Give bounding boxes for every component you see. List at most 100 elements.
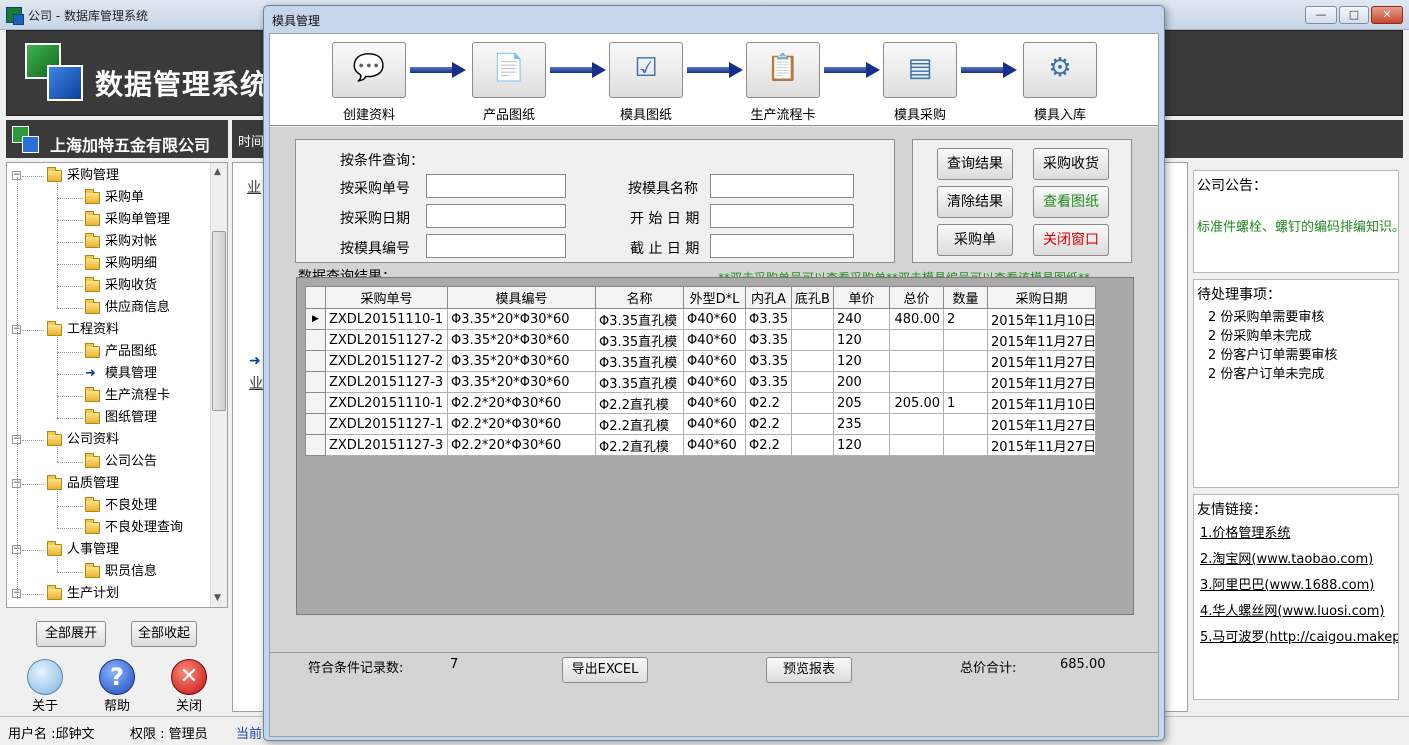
table-cell[interactable]: ZXDL20151127-3 (325, 371, 448, 393)
row-selector[interactable] (305, 350, 326, 372)
table-cell[interactable]: Φ3.35*20*Φ30*60 (447, 350, 596, 372)
about-icon[interactable] (27, 659, 63, 695)
tree-item[interactable]: 采购明细 (7, 253, 212, 275)
todo-item[interactable]: 2 份采购单未完成 (1208, 325, 1311, 344)
flow-step-1[interactable]: 📄 (472, 42, 546, 98)
table-cell[interactable]: Φ3.35 (745, 308, 792, 330)
table-cell[interactable] (791, 371, 834, 393)
table-cell[interactable]: Φ40*60 (683, 392, 746, 414)
table-cell[interactable]: 2015年11月27日 (987, 371, 1096, 393)
table-cell[interactable]: Φ2.2直孔模 (595, 434, 684, 456)
end-date-input[interactable] (710, 234, 854, 258)
table-cell[interactable]: Φ3.35 (745, 371, 792, 393)
start-date-input[interactable] (710, 204, 854, 228)
table-cell[interactable]: 2015年11月27日 (987, 350, 1096, 372)
flow-step-label[interactable]: 模具图纸 (591, 104, 701, 123)
tree-item[interactable]: 公司公告 (7, 451, 212, 473)
table-cell[interactable]: 2015年11月27日 (987, 413, 1096, 435)
table-cell[interactable]: Φ2.2直孔模 (595, 413, 684, 435)
table-cell[interactable]: ZXDL20151127-2 (325, 329, 448, 351)
table-cell[interactable]: 2015年11月10日 (987, 392, 1096, 414)
table-cell[interactable]: 2 (943, 308, 988, 330)
tree-item[interactable]: 不良处理 (7, 495, 212, 517)
table-cell[interactable]: 240 (833, 308, 890, 330)
collapse-all-button[interactable]: 全部收起 (131, 621, 197, 647)
flow-step-2[interactable]: ☑ (609, 42, 683, 98)
tree-group-0[interactable]: − 采购管理 (7, 165, 212, 187)
row-selector[interactable] (305, 392, 326, 414)
row-selector[interactable] (305, 434, 326, 456)
about-label[interactable]: 关于 (20, 695, 70, 714)
table-cell[interactable]: Φ40*60 (683, 329, 746, 351)
flow-step-4[interactable]: ▤ (883, 42, 957, 98)
tree-item[interactable]: 生产流程卡 (7, 385, 212, 407)
table-cell[interactable]: Φ2.2*20*Φ30*60 (447, 434, 596, 456)
grid-column-header[interactable]: 名称 (595, 286, 684, 309)
close-icon[interactable]: ✕ (171, 659, 207, 695)
tree-group-3[interactable]: − 品质管理 (7, 473, 212, 495)
grid-column-header[interactable]: 单价 (833, 286, 890, 309)
todo-item[interactable]: 2 份采购单需要审核 (1208, 306, 1324, 325)
scroll-down-icon[interactable]: ▼ (214, 593, 221, 603)
table-cell[interactable]: Φ3.35*20*Φ30*60 (447, 371, 596, 393)
help-icon[interactable]: ? (99, 659, 135, 695)
tree-item[interactable]: 采购单 (7, 187, 212, 209)
table-cell[interactable] (791, 413, 834, 435)
minimize-button[interactable]: — (1305, 6, 1337, 24)
tree-group-1[interactable]: − 工程资料 (7, 319, 212, 341)
grid-column-header[interactable]: 内孔A (745, 286, 792, 309)
friend-link[interactable]: 1.价格管理系统 (1200, 522, 1290, 541)
help-label[interactable]: 帮助 (92, 695, 142, 714)
table-cell[interactable] (791, 350, 834, 372)
flow-step-0[interactable]: 💬 (332, 42, 406, 98)
grid-column-header[interactable]: 外型D*L (683, 286, 746, 309)
table-cell[interactable]: 205 (833, 392, 890, 414)
friend-link[interactable]: 3.阿里巴巴(www.1688.com) (1200, 574, 1374, 593)
grid-column-header[interactable]: 底孔B (791, 286, 834, 309)
flow-step-label[interactable]: 模具入库 (1005, 104, 1115, 123)
grid-column-header[interactable]: 总价 (889, 286, 944, 309)
table-cell[interactable]: ZXDL20151110-1 (325, 392, 448, 414)
close-window-button[interactable]: ✕ (1371, 6, 1403, 24)
clear-result-button[interactable]: 清除结果 (937, 186, 1013, 218)
table-cell[interactable]: Φ3.35直孔模 (595, 329, 684, 351)
table-cell[interactable]: Φ2.2直孔模 (595, 392, 684, 414)
po-no-input[interactable] (426, 174, 566, 198)
flow-step-5[interactable]: ⚙ (1023, 42, 1097, 98)
tree-item[interactable]: 采购收货 (7, 275, 212, 297)
result-grid[interactable]: 采购单号 模具编号 名称 外型D*L 内孔A 底孔B 单价 总价 数量 采购日期 ▶ ZXDL201… (305, 286, 1096, 456)
tree-item[interactable]: 不良处理查询 (7, 517, 212, 539)
tree-item[interactable]: 供应商信息 (7, 297, 212, 319)
tree-item[interactable]: ➜ 模具管理 (7, 363, 212, 385)
table-cell[interactable] (889, 413, 944, 435)
table-cell[interactable] (889, 350, 944, 372)
close-dialog-button[interactable]: 关闭窗口 (1033, 224, 1109, 256)
friend-link[interactable]: 2.淘宝网(www.taobao.com) (1200, 548, 1373, 567)
table-cell[interactable]: 480.00 (889, 308, 944, 330)
table-cell[interactable]: Φ40*60 (683, 413, 746, 435)
table-cell[interactable]: Φ2.2 (745, 413, 792, 435)
table-cell[interactable] (889, 371, 944, 393)
table-cell[interactable]: Φ3.35*20*Φ30*60 (447, 308, 596, 330)
row-selector[interactable] (305, 413, 326, 435)
table-cell[interactable]: 120 (833, 350, 890, 372)
table-cell[interactable]: Φ3.35*20*Φ30*60 (447, 329, 596, 351)
table-cell[interactable]: Φ40*60 (683, 308, 746, 330)
table-cell[interactable] (791, 434, 834, 456)
table-cell[interactable]: Φ2.2*20*Φ30*60 (447, 413, 596, 435)
preview-report-button[interactable]: 预览报表 (766, 657, 852, 683)
tree-item[interactable]: 职员信息 (7, 561, 212, 583)
grid-column-header[interactable]: 采购日期 (987, 286, 1096, 309)
table-cell[interactable]: ZXDL20151127-3 (325, 434, 448, 456)
po-date-input[interactable] (426, 204, 566, 228)
table-cell[interactable]: ZXDL20151110-1 (325, 308, 448, 330)
table-cell[interactable] (889, 434, 944, 456)
table-cell[interactable] (791, 308, 834, 330)
view-drawing-button[interactable]: 查看图纸 (1033, 186, 1109, 218)
table-cell[interactable]: Φ3.35直孔模 (595, 350, 684, 372)
table-cell[interactable] (889, 329, 944, 351)
table-row[interactable]: ZXDL20151127-2 Φ3.35*20*Φ30*60 Φ3.35直孔模 Φ40… (305, 350, 1096, 372)
expand-all-button[interactable]: 全部展开 (36, 621, 106, 647)
table-cell[interactable]: ZXDL20151127-2 (325, 350, 448, 372)
tree-scrollbar[interactable]: ▲ ▼ (210, 163, 227, 607)
